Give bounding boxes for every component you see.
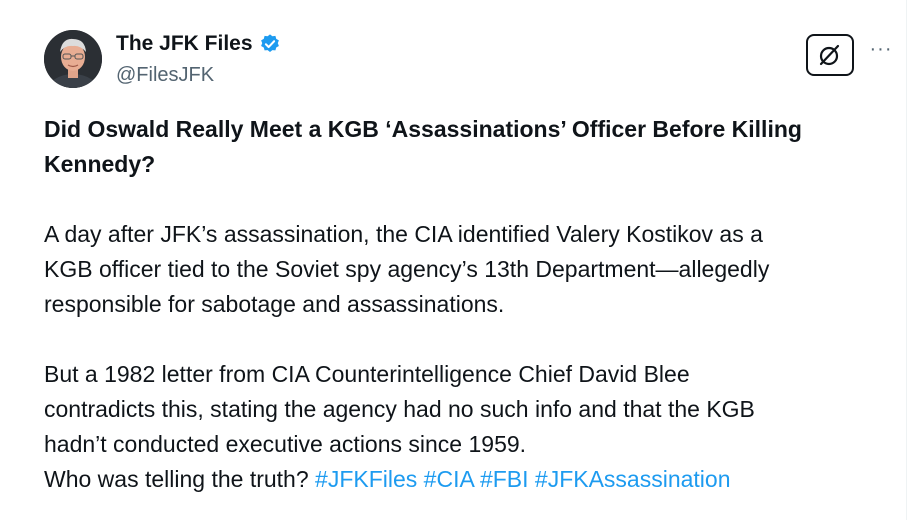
paragraph-2-line-3: hadn’t conducted executive actions since…	[44, 431, 527, 457]
hashtag-link[interactable]: #JFKFiles	[315, 466, 417, 492]
paragraph-2-line-2: contradicts this, stating the agency had…	[44, 396, 755, 422]
grok-button[interactable]	[806, 34, 854, 76]
hashtag-link[interactable]: #CIA	[424, 466, 474, 492]
paragraph-2: But a 1982 letter from CIA Counterintell…	[44, 357, 894, 497]
more-options-button[interactable]: ···	[868, 36, 894, 62]
paragraph-2-line-4: Who was telling the truth?	[44, 466, 309, 492]
verified-badge-icon	[259, 33, 281, 55]
avatar[interactable]	[44, 30, 102, 88]
paragraph-1-line-1: A day after JFK’s assassination, the CIA…	[44, 221, 763, 247]
paragraph-2-line-1: But a 1982 letter from CIA Counterintell…	[44, 361, 690, 387]
headline-line-2: Kennedy?	[44, 151, 156, 177]
paragraph-1-line-2: KGB officer tied to the Soviet spy agenc…	[44, 256, 770, 282]
author-name-row[interactable]: The JFK Files	[116, 32, 281, 56]
grok-icon	[819, 44, 840, 66]
author-display-name[interactable]: The JFK Files	[116, 32, 253, 56]
more-icon: ···	[869, 37, 893, 60]
headline-line-1: Did Oswald Really Meet a KGB ‘Assassinat…	[44, 116, 802, 142]
hashtag-link[interactable]: #JFKAssassination	[535, 466, 731, 492]
post-headline: Did Oswald Really Meet a KGB ‘Assassinat…	[44, 112, 894, 182]
paragraph-1-line-3: responsible for sabotage and assassinati…	[44, 291, 505, 317]
paragraph-1: A day after JFK’s assassination, the CIA…	[44, 217, 894, 322]
avatar-photo	[44, 30, 102, 88]
author-handle[interactable]: @FilesJFK	[116, 64, 214, 87]
tweet-card: The JFK Files @FilesJFK ··· Did Oswald R…	[0, 0, 907, 520]
tweet-text: Did Oswald Really Meet a KGB ‘Assassinat…	[44, 112, 894, 497]
hashtag-link[interactable]: #FBI	[480, 466, 529, 492]
